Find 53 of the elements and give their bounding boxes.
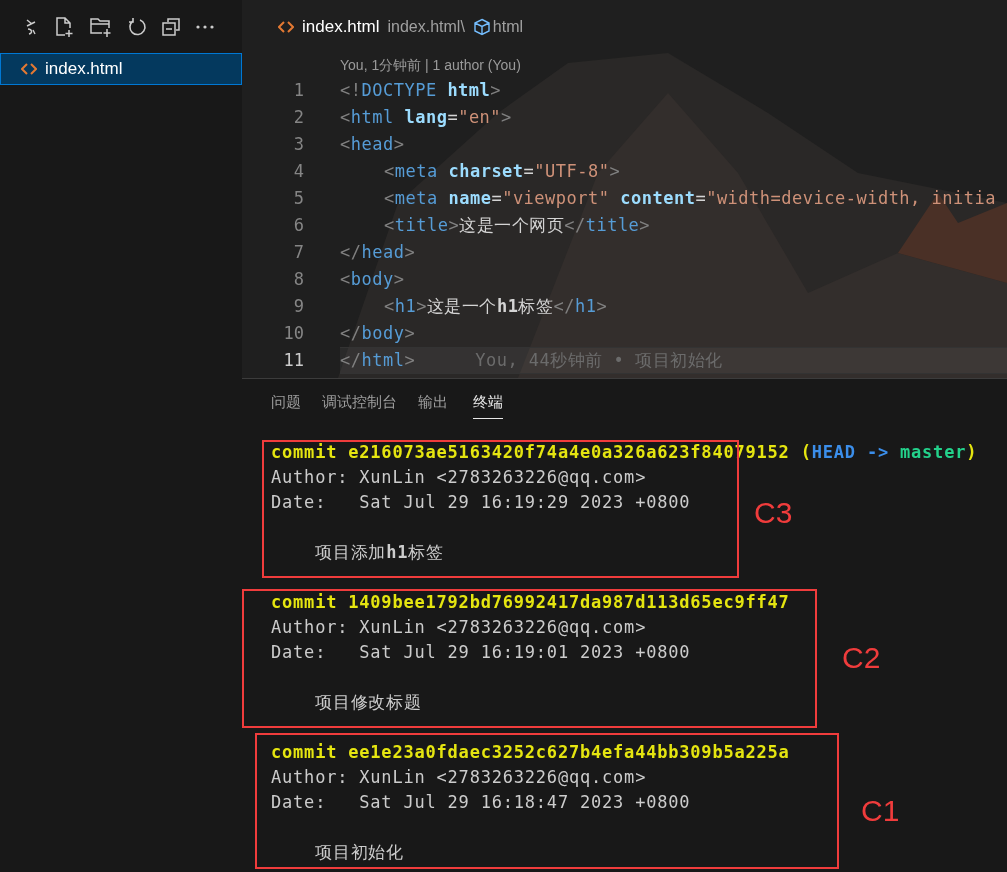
file-item[interactable]: index.html (0, 53, 242, 85)
commit-author: Author: XunLin <2783263226@qq.com> (271, 615, 647, 639)
code-line: <head> (340, 132, 405, 156)
line-number: 4 (292, 159, 304, 183)
code-line: <body> (340, 267, 405, 291)
code-line: <title>这是一个网页</title> (384, 213, 651, 237)
line-number: 5 (292, 186, 304, 210)
commit-message: 项目添加h1标签 (315, 540, 444, 564)
line-number: 8 (292, 267, 304, 291)
commit-hash: commit ee1e23a0fdaec3252c627b4efa44bb309b5a225a (271, 740, 790, 764)
breadcrumb-item[interactable]: index.html\ (387, 14, 465, 39)
line-number: 10 (282, 321, 304, 345)
commit-refs: (HEAD -> master) (800, 440, 978, 464)
more-icon[interactable] (195, 23, 215, 30)
new-file-icon[interactable] (53, 15, 75, 38)
cube-icon (472, 17, 491, 36)
line-number: 9 (292, 294, 304, 318)
code-line: </body> (340, 321, 416, 345)
code-line: <h1>这是一个h1标签</h1> (384, 294, 608, 318)
line-number: 3 (292, 132, 304, 156)
codelens-blame[interactable]: You, 1分钟前 | 1 author (You) (340, 54, 521, 76)
code-line: <!DOCTYPE html> (340, 78, 502, 102)
refresh-icon[interactable] (127, 16, 147, 37)
commit-date: Date: Sat Jul 29 16:19:29 2023 +0800 (271, 490, 691, 514)
code-line: <meta charset="UTF-8"> (384, 159, 621, 183)
commit-author: Author: XunLin <2783263226@qq.com> (271, 765, 647, 789)
line-number: 7 (292, 240, 304, 264)
code-line: <meta name="viewport" content="width=device-width, initia (384, 186, 996, 210)
annotation-label: C3 (754, 495, 793, 531)
line-number: 1 (292, 78, 304, 102)
annotation-label: C2 (842, 640, 881, 676)
commit-date: Date: Sat Jul 29 16:18:47 2023 +0800 (271, 790, 691, 814)
new-folder-icon[interactable] (89, 15, 113, 38)
panel-tab[interactable]: 问题 (271, 387, 301, 419)
line-number: 2 (292, 105, 304, 129)
collapse-icon[interactable] (161, 16, 181, 37)
html-file-icon (278, 20, 294, 33)
html-file-icon (21, 63, 37, 75)
code-line: </head> (340, 240, 416, 264)
panel-tab[interactable]: 终端 (473, 387, 503, 419)
commit-message: 项目初始化 (315, 840, 404, 864)
panel-tab[interactable]: 调试控制台 (322, 387, 397, 419)
commit-message: 项目修改标题 (315, 690, 422, 714)
code-line: <html lang="en"> (340, 105, 512, 129)
annotation-label: C1 (861, 793, 900, 829)
editor-tab[interactable]: index.html (302, 13, 380, 40)
panel-tab[interactable]: 输出 (418, 387, 448, 419)
commit-hash: commit 1409bee1792bd76992417da987d113d65ec9ff47 (271, 590, 790, 614)
breadcrumb-item[interactable]: html (492, 14, 524, 39)
line-number: 6 (292, 213, 304, 237)
commit-author: Author: XunLin <2783263226@qq.com> (271, 465, 647, 489)
commit-date: Date: Sat Jul 29 16:19:01 2023 +0800 (271, 640, 691, 664)
line-number: 11 (282, 348, 304, 372)
